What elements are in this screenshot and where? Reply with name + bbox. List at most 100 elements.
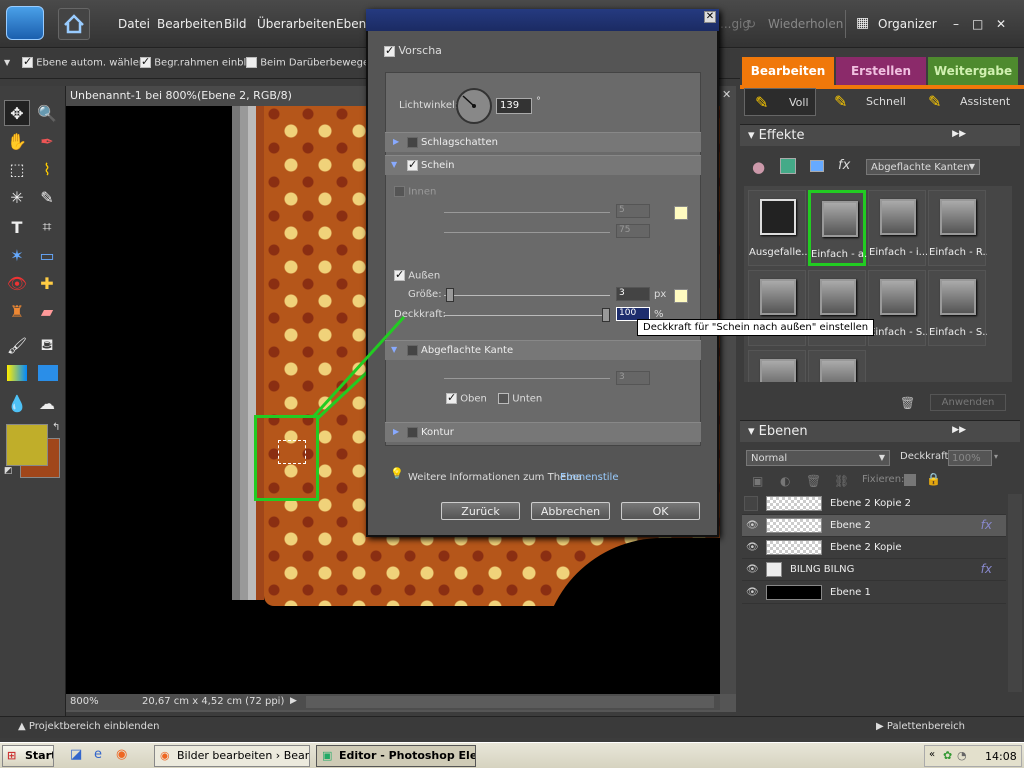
inner-color-swatch[interactable] xyxy=(674,206,688,220)
organizer-button[interactable]: Organizer xyxy=(878,17,937,31)
inner-glow-checkbox[interactable] xyxy=(394,186,405,197)
eye-icon[interactable]: 👁 xyxy=(746,564,759,575)
cancel-button[interactable]: Abbrechen xyxy=(531,502,610,520)
firefox-icon[interactable]: ◉ xyxy=(116,747,127,762)
project-bin-toggle[interactable]: ▲ Projektbereich einblenden xyxy=(18,721,159,732)
bevel-down-checkbox[interactable] xyxy=(498,393,509,404)
tray-app-icon[interactable]: ✿ xyxy=(943,749,952,762)
stroke-checkbox[interactable] xyxy=(407,427,418,438)
delete-layer-icon[interactable]: 🗑 xyxy=(806,474,821,488)
layer-opacity-field[interactable]: 100% xyxy=(948,450,992,466)
sponge-tool-icon[interactable]: ☁ xyxy=(34,390,60,416)
bevel-up-checkbox[interactable] xyxy=(446,391,457,404)
effect-thumb[interactable]: Einfach - S... xyxy=(868,270,927,346)
section-glow[interactable]: ▼ Schein xyxy=(385,155,701,175)
new-layer-icon[interactable]: ▣ xyxy=(752,474,763,488)
taskbar-item-active[interactable]: ▣ Editor - Photoshop Ele... xyxy=(316,745,476,767)
effect-thumb[interactable]: Einfach - i... xyxy=(868,190,927,266)
blend-mode-select[interactable]: Normal ▼ xyxy=(746,450,890,466)
bounding-checkbox[interactable] xyxy=(140,55,151,68)
opacity-slider[interactable] xyxy=(444,315,610,316)
tab-bearbeiten[interactable]: Bearbeiten xyxy=(742,57,834,85)
tray-expand-icon[interactable]: « xyxy=(929,749,935,760)
quick-selection-icon[interactable]: ✎ xyxy=(34,184,60,210)
preview-checkbox[interactable] xyxy=(384,44,395,57)
straighten-icon[interactable]: ▭ xyxy=(34,242,60,268)
opacity-arrow-icon[interactable]: ▾ xyxy=(994,452,998,461)
quicklaunch-icon[interactable]: ◪ xyxy=(70,747,82,762)
fx-badge-icon[interactable]: fx xyxy=(981,562,992,576)
lock-transparent-icon[interactable] xyxy=(904,474,916,486)
move-tool-icon[interactable]: ✥ xyxy=(4,100,30,126)
shape-tool-icon[interactable] xyxy=(38,365,58,381)
red-eye-icon[interactable]: 👁 xyxy=(4,270,30,296)
bevel-checkbox[interactable] xyxy=(407,345,418,356)
home-icon[interactable] xyxy=(58,8,90,40)
magic-wand-icon[interactable]: ✳ xyxy=(4,184,30,210)
effect-thumb[interactable] xyxy=(748,350,806,382)
effects-panel-header[interactable]: ▾ Effekte ▶▶ xyxy=(740,124,1020,146)
inner-size-input[interactable]: 5 xyxy=(616,204,650,218)
reset-button[interactable]: Zurück xyxy=(441,502,520,520)
mode-quick-button[interactable]: ✎ Schnell xyxy=(830,88,910,116)
close-icon[interactable]: ✕ xyxy=(996,17,1006,31)
brush-tool-icon[interactable]: 🖌 xyxy=(4,332,30,358)
section-drop-shadow[interactable]: ▶ Schlagschatten xyxy=(385,132,701,152)
organizer-icon[interactable]: ▦ xyxy=(856,15,869,31)
ok-button[interactable]: OK xyxy=(621,502,700,520)
menu-bild[interactable]: Bild xyxy=(224,17,247,31)
doc-close-icon[interactable]: ✕ xyxy=(722,88,731,101)
crop-tool-icon[interactable]: ⌗ xyxy=(34,214,60,240)
redo-icon[interactable]: ↻ xyxy=(746,17,756,31)
foreground-color-swatch[interactable] xyxy=(6,424,48,466)
panel-menu-icon[interactable]: ▶▶ xyxy=(952,129,966,139)
zoom-level[interactable]: 800% xyxy=(70,696,99,707)
inner-opacity-input[interactable]: 75 xyxy=(616,224,650,238)
outer-glow-checkbox[interactable] xyxy=(394,268,405,281)
horizontal-scrollbar[interactable] xyxy=(306,696,714,708)
adjustment-layer-icon[interactable]: ◐ xyxy=(780,474,790,488)
fx-badge-icon[interactable]: fx xyxy=(981,518,992,532)
layer-row[interactable]: 👁 BILNG BILNG fx xyxy=(742,559,1006,581)
expand-icon[interactable]: ▶ xyxy=(393,427,399,436)
collapse-icon[interactable]: ▼ xyxy=(391,345,397,354)
menu-datei[interactable]: Datei xyxy=(118,17,150,31)
inner-size-slider[interactable] xyxy=(444,212,610,213)
hand-tool-icon[interactable]: ✋ xyxy=(4,128,30,154)
expand-icon[interactable]: ▶ xyxy=(393,137,399,146)
angle-dial[interactable] xyxy=(456,88,492,124)
menu-ueberarbeiten[interactable]: Überarbeiten xyxy=(257,17,336,31)
collapse-icon[interactable]: ▼ xyxy=(391,160,397,169)
section-stroke[interactable]: ▶ Kontur xyxy=(385,422,701,442)
bevel-size-slider[interactable] xyxy=(444,378,610,379)
effects-category-select[interactable]: Abgeflachte Kanten ▼ xyxy=(866,159,980,175)
glow-checkbox[interactable] xyxy=(407,158,418,171)
lasso-tool-icon[interactable]: ⌇ xyxy=(34,156,60,182)
help-link[interactable]: Ebenenstile xyxy=(560,472,619,483)
bevel-size-input[interactable]: 3 xyxy=(616,371,650,385)
options-dropdown-icon[interactable]: ▼ xyxy=(4,58,10,67)
hover-checkbox[interactable] xyxy=(246,57,257,68)
effect-thumb-selected[interactable]: Einfach - a... xyxy=(808,190,869,266)
gradient-tool-icon[interactable] xyxy=(7,365,27,381)
taskbar-item[interactable]: ◉ Bilder bearbeiten › Bearb... xyxy=(154,745,310,767)
blur-tool-icon[interactable]: 💧 xyxy=(4,390,30,416)
effect-thumb[interactable]: Einfach - R... xyxy=(928,190,987,266)
section-bevel[interactable]: ▼ Abgeflachte Kante xyxy=(385,340,701,360)
panel-menu-icon[interactable]: ▶▶ xyxy=(952,425,966,435)
eye-icon[interactable]: 👁 xyxy=(746,542,759,553)
collapse-icon[interactable]: ▾ xyxy=(748,424,755,439)
maximize-icon[interactable]: □ xyxy=(972,17,983,31)
tray-network-icon[interactable]: ◔ xyxy=(957,749,967,762)
redo-button[interactable]: Wiederholen xyxy=(768,17,843,31)
start-button[interactable]: ⊞ Start xyxy=(2,745,54,767)
browser-icon[interactable]: e xyxy=(94,747,102,762)
apply-button[interactable]: Anwenden xyxy=(930,394,1006,411)
size-slider[interactable] xyxy=(444,295,610,296)
cookie-cutter-icon[interactable]: ✶ xyxy=(4,242,30,268)
minimize-icon[interactable]: – xyxy=(953,17,959,31)
size-input[interactable]: 3 xyxy=(616,287,650,301)
camera-icon[interactable] xyxy=(6,6,44,40)
healing-brush-icon[interactable]: ✚ xyxy=(34,270,60,296)
layers-scrollbar[interactable] xyxy=(1008,494,1022,692)
